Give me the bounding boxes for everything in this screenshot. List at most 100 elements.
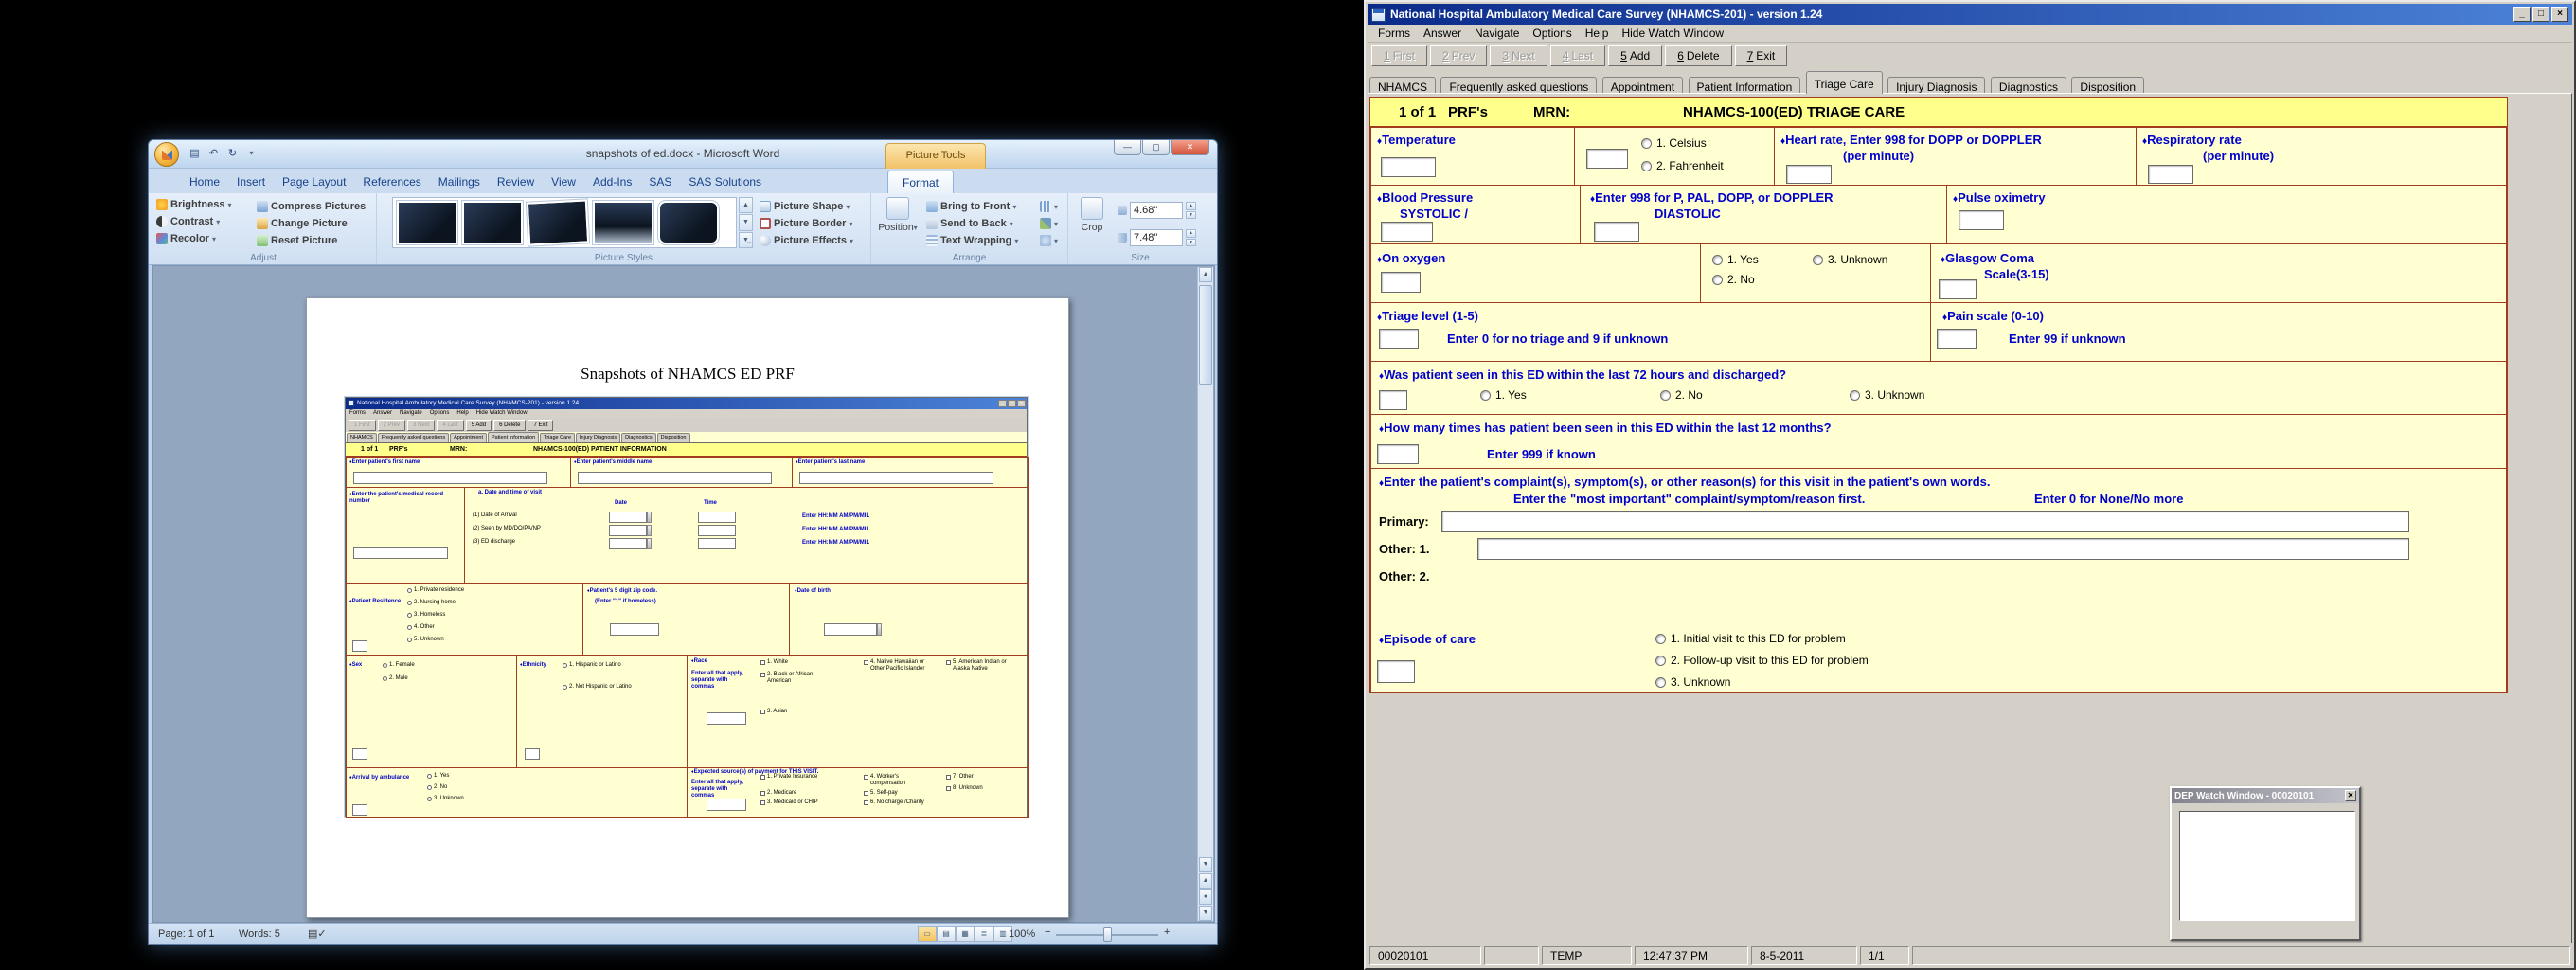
tab-home[interactable]: Home (181, 171, 228, 193)
tab-page-layout[interactable]: Page Layout (274, 171, 354, 193)
brightness-button[interactable]: Brightness▾ (156, 199, 231, 210)
mini-residence-input[interactable] (352, 640, 367, 652)
document-page[interactable]: Snapshots of NHAMCS ED PRF National Hosp… (306, 297, 1069, 918)
crop-button[interactable]: Crop (1072, 196, 1112, 233)
mini-checkbox[interactable]: 8. Unknown (946, 785, 983, 792)
tab-sas-solutions[interactable]: SAS Solutions (680, 171, 770, 193)
select-browse-object-icon[interactable]: ● (1199, 889, 1212, 905)
heart-rate-input[interactable] (1786, 165, 1832, 184)
mini-time-input[interactable] (698, 525, 736, 536)
picture-effects-button[interactable]: Picture Effects▾ (760, 235, 853, 246)
mini-checkbox[interactable]: 3. Asian (760, 709, 817, 715)
picture-style-thumbnail[interactable] (527, 199, 589, 245)
menu-help[interactable]: Help (1579, 26, 1616, 41)
zoom-in-icon[interactable]: + (1164, 926, 1170, 938)
tab-sas[interactable]: SAS (640, 171, 680, 193)
on-oxygen-input[interactable] (1381, 272, 1421, 293)
mini-checkbox[interactable]: 2. Black or African American (760, 672, 821, 685)
menu-answer[interactable]: Answer (1417, 26, 1468, 41)
tab-review[interactable]: Review (489, 171, 543, 193)
mini-ambulance-input[interactable] (352, 804, 367, 816)
next-page-icon[interactable]: ▼ (1199, 906, 1212, 921)
menu-forms[interactable]: Forms (1371, 26, 1417, 41)
dep-watch-window[interactable]: DEP Watch Window - 00020101 ✕ (2170, 786, 2361, 941)
mini-date-input[interactable] (609, 538, 647, 549)
mini-time-input[interactable] (698, 512, 736, 523)
gallery-down-icon[interactable]: ▼ (739, 214, 753, 230)
tab-format[interactable]: Format (887, 171, 954, 194)
maximize-button[interactable]: □ (2532, 7, 2549, 22)
episode-input[interactable] (1377, 660, 1415, 683)
picture-shape-button[interactable]: Picture Shape▾ (760, 201, 850, 212)
mini-radio[interactable]: 3. Homeless (407, 612, 445, 619)
seen-72-input[interactable] (1379, 390, 1407, 410)
other1-complaint-input[interactable] (1477, 538, 2409, 560)
menu-navigate[interactable]: Navigate (1468, 26, 1526, 41)
menu-hide-watch-window[interactable]: Hide Watch Window (1615, 26, 1730, 41)
gallery-up-icon[interactable]: ▲ (739, 197, 753, 213)
tab-triage-care[interactable]: Triage Care (1806, 71, 1883, 94)
align-button[interactable]: ▾ (1040, 201, 1058, 212)
picture-style-thumbnail[interactable] (397, 201, 457, 244)
mini-radio[interactable]: 2. Not Hispanic or Latino (563, 684, 657, 691)
word-count[interactable]: Words: 5 (239, 928, 280, 940)
document-scrollbar[interactable]: ▲ ▼ ▲ ● ▼ (1197, 267, 1213, 921)
mini-time-input[interactable] (698, 538, 736, 549)
mini-payment-input[interactable] (707, 799, 746, 811)
send-to-back-button[interactable]: Send to Back▾ (926, 218, 1013, 229)
radio-oxygen-no[interactable]: 2. No (1712, 273, 1755, 286)
zoom-level[interactable]: 100% (1009, 928, 1035, 940)
respiratory-rate-input[interactable] (2148, 165, 2193, 184)
radio-episode-initial[interactable]: 1. Initial visit to this ED for problem (1655, 632, 1846, 645)
mini-dob-input[interactable] (824, 623, 877, 636)
mini-last-name-input[interactable] (799, 472, 993, 484)
height-spinner[interactable]: ▲▼ (1186, 202, 1196, 219)
mini-checkbox[interactable]: 5. Self-pay (864, 790, 898, 797)
print-layout-view-icon[interactable]: ▭ (918, 926, 937, 942)
mini-radio[interactable]: 1. Hispanic or Latino (563, 662, 657, 669)
diastolic-input[interactable] (1594, 222, 1639, 242)
last-button[interactable]: 4Last (1550, 45, 1605, 66)
mini-zip-input[interactable] (610, 623, 659, 636)
picture-style-thumbnail[interactable] (593, 201, 653, 244)
zoom-out-icon[interactable]: − (1045, 926, 1050, 938)
position-button[interactable]: Position▾ (875, 196, 921, 233)
text-wrapping-button[interactable]: Text Wrapping▾ (926, 235, 1018, 246)
scrollbar-thumb[interactable] (1199, 285, 1212, 385)
mini-checkbox[interactable]: 1. White (760, 659, 817, 666)
tab-view[interactable]: View (543, 171, 584, 193)
systolic-input[interactable] (1381, 222, 1433, 242)
web-layout-view-icon[interactable]: ▦ (956, 926, 975, 942)
previous-page-icon[interactable]: ▲ (1199, 873, 1212, 889)
radio-seen72-no[interactable]: 2. No (1660, 388, 1703, 402)
exit-button[interactable]: 7Exit (1735, 45, 1788, 66)
maximize-button[interactable]: ▢ (1142, 140, 1170, 155)
mini-checkbox[interactable]: 3. Medicaid or CHIP (760, 799, 819, 806)
delete-button[interactable]: 6Delete (1665, 45, 1731, 66)
compress-pictures-button[interactable]: Compress Pictures (257, 201, 366, 212)
minimize-button[interactable]: _ (2513, 7, 2531, 22)
visits-12mo-input[interactable] (1377, 444, 1419, 464)
temperature-input[interactable] (1381, 157, 1436, 177)
change-picture-button[interactable]: Change Picture (257, 218, 348, 229)
bring-to-front-button[interactable]: Bring to Front▾ (926, 201, 1016, 212)
outline-view-icon[interactable]: ≣ (975, 926, 993, 942)
reset-picture-button[interactable]: Reset Picture (257, 235, 337, 246)
mini-first-name-input[interactable] (353, 472, 547, 484)
add-button[interactable]: 5Add (1608, 45, 1662, 66)
fullscreen-view-icon[interactable]: ▤ (937, 926, 956, 942)
next-button[interactable]: 3Next (1490, 45, 1547, 66)
pain-scale-input[interactable] (1937, 329, 1977, 349)
pulse-oximetry-input[interactable] (1959, 210, 2004, 230)
width-spinner[interactable]: ▲▼ (1186, 229, 1196, 246)
tab-references[interactable]: References (354, 171, 429, 193)
mini-checkbox[interactable]: 2. Medicare (760, 790, 796, 797)
rotate-button[interactable]: ▾ (1040, 235, 1058, 246)
shape-width-field[interactable]: 7.48"▲▼ (1118, 229, 1196, 246)
first-button[interactable]: 1First (1371, 45, 1427, 66)
mini-ethnicity-input[interactable] (525, 748, 540, 760)
picture-styles-gallery[interactable] (392, 197, 737, 248)
embedded-screenshot-picture[interactable]: National Hospital Ambulatory Medical Car… (345, 397, 1028, 817)
radio-seen72-unknown[interactable]: 3. Unknown (1850, 388, 1924, 402)
mini-date-input[interactable] (609, 512, 647, 523)
